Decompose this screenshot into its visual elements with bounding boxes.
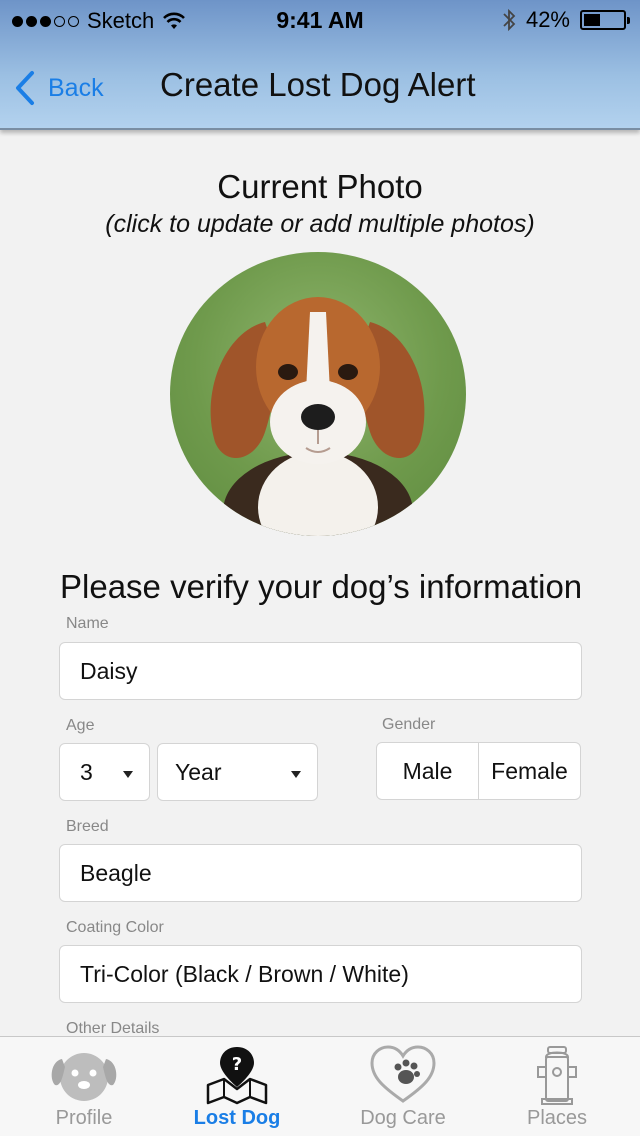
coating-color-label: Coating Color [66, 919, 164, 936]
coating-color-value: Tri-Color (Black / Brown / White) [80, 960, 409, 987]
gender-option-female[interactable]: Female [478, 743, 580, 799]
beagle-photo-illustration [210, 297, 425, 536]
gender-segmented-control: Male Female [376, 742, 581, 800]
header: Sketch 9:41 AM 42% Back Create Lost Dog … [0, 0, 640, 130]
age-unit-select[interactable]: Year [157, 743, 318, 801]
tab-lost-dog[interactable]: ? Lost Dog [157, 1037, 317, 1136]
section-title: Please verify your dog’s information [60, 568, 583, 605]
tab-lost-dog-label: Lost Dog [193, 1107, 281, 1129]
breed-label: Breed [66, 818, 109, 835]
tab-profile-label: Profile [55, 1107, 113, 1129]
tab-profile[interactable]: Profile [4, 1037, 164, 1136]
name-value: Daisy [80, 657, 138, 684]
name-label: Name [66, 615, 109, 632]
status-bar: Sketch 9:41 AM 42% [0, 0, 640, 40]
battery-icon [580, 10, 630, 30]
tab-places[interactable]: Places [477, 1037, 637, 1136]
age-label: Age [66, 717, 95, 734]
breed-value: Beagle [80, 859, 152, 886]
dog-photo[interactable] [170, 252, 466, 536]
age-unit-value: Year [175, 758, 222, 785]
tab-dog-care[interactable]: Dog Care [323, 1037, 483, 1136]
lost-dog-map-icon: ? [206, 1047, 268, 1105]
navigation-bar: Back Create Lost Dog Alert [0, 48, 640, 128]
name-field[interactable]: Daisy [59, 642, 582, 700]
svg-text:?: ? [232, 1054, 242, 1075]
age-number-select[interactable]: 3 [59, 743, 150, 801]
tab-dog-care-label: Dog Care [360, 1107, 446, 1129]
heart-paw-icon [370, 1045, 436, 1103]
battery-percent: 42% [525, 7, 570, 32]
age-number-value: 3 [80, 758, 93, 785]
status-right: 42% [502, 7, 630, 33]
chevron-down-icon [291, 771, 301, 778]
tab-bar: Profile ? Lost Dog Dog Care Places [0, 1036, 640, 1136]
dog-face-icon [51, 1053, 117, 1101]
bluetooth-icon [503, 8, 516, 32]
gender-option-male[interactable]: Male [377, 743, 478, 799]
tab-places-label: Places [526, 1107, 588, 1129]
page-title: Create Lost Dog Alert [160, 66, 476, 103]
photo-subtitle: (click to update or add multiple photos) [105, 210, 535, 238]
coating-color-field[interactable]: Tri-Color (Black / Brown / White) [59, 945, 582, 1003]
chevron-left-icon [16, 71, 34, 105]
breed-field[interactable]: Beagle [59, 844, 582, 902]
chevron-down-icon [123, 771, 133, 778]
back-label: Back [48, 73, 104, 102]
gender-label: Gender [382, 716, 436, 733]
back-button[interactable]: Back [14, 70, 104, 106]
fire-hydrant-icon [537, 1046, 577, 1105]
photo-title: Current Photo [217, 168, 423, 205]
